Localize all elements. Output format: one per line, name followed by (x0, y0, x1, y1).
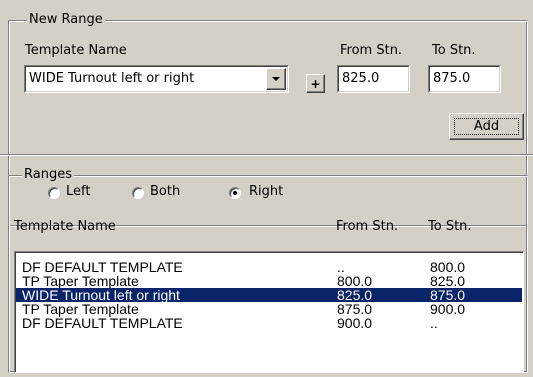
radio-right[interactable] (229, 187, 241, 199)
add-button[interactable]: Add (449, 113, 524, 140)
cell-name: WIDE Turnout left or right (22, 287, 180, 303)
table-row[interactable]: WIDE Turnout left or right 825.0 875.0 (16, 288, 522, 302)
add-button-label: Add (473, 119, 500, 134)
plus-icon: + (310, 76, 321, 91)
table-row[interactable]: TP Taper Template 800.0 825.0 (16, 274, 522, 288)
combobox-dropdown-button[interactable] (266, 68, 286, 90)
cell-name: DF DEFAULT TEMPLATE (22, 315, 183, 331)
template-name-label: Template Name (25, 43, 127, 58)
cell-from: 800.0 (337, 273, 373, 289)
radio-both-label: Both (150, 184, 181, 199)
cell-to: 800.0 (430, 259, 466, 275)
cell-name: TP Taper Template (22, 273, 139, 289)
table-row[interactable]: DF DEFAULT TEMPLATE.. 800.0 (16, 260, 522, 274)
from-stn-value: 825.0 (342, 71, 380, 86)
radio-left-label: Left (66, 184, 91, 199)
column-header-from-stn: From Stn. (336, 219, 399, 234)
radio-left[interactable] (48, 187, 60, 199)
to-stn-input[interactable]: 875.0 (428, 65, 501, 93)
template-name-value: WIDE Turnout left or right (29, 71, 195, 86)
table-row[interactable]: DF DEFAULT TEMPLATE 900.0.. (16, 316, 522, 330)
to-stn-value: 875.0 (433, 71, 471, 86)
cell-to: .. (430, 315, 438, 331)
range-editor-dialog: New Range Template Name From Stn. To Stn… (0, 0, 533, 377)
template-name-combobox[interactable]: WIDE Turnout left or right (24, 65, 289, 93)
cell-name: TP Taper Template (22, 301, 139, 317)
cell-from: 825.0 (337, 287, 373, 303)
cell-to: 875.0 (430, 287, 466, 303)
chevron-down-icon (272, 77, 280, 81)
new-range-group-title: New Range (27, 12, 105, 27)
cell-to: 825.0 (430, 273, 466, 289)
to-stn-label: To Stn. (432, 43, 476, 58)
cell-name: DF DEFAULT TEMPLATE (22, 259, 183, 275)
radio-right-label: Right (249, 184, 284, 199)
radio-right-selected-dot (233, 191, 237, 195)
add-template-button[interactable]: + (306, 74, 325, 93)
cell-from: 900.0 (337, 315, 373, 331)
column-header-to-stn: To Stn. (428, 219, 472, 234)
column-header-template-name: Template Name (14, 219, 116, 234)
cell-from: 875.0 (337, 301, 373, 317)
table-row[interactable]: TP Taper Template 875.0 900.0 (16, 302, 522, 316)
from-stn-input[interactable]: 825.0 (337, 65, 410, 93)
cell-from: .. (337, 259, 345, 275)
pane-divider (0, 154, 533, 156)
radio-both[interactable] (132, 187, 144, 199)
ranges-listbox[interactable]: DF DEFAULT TEMPLATE.. 800.0 TP Taper Templ… (14, 251, 524, 373)
cell-to: 900.0 (430, 301, 466, 317)
ranges-group-title: Ranges (22, 167, 74, 182)
from-stn-label: From Stn. (340, 43, 403, 58)
